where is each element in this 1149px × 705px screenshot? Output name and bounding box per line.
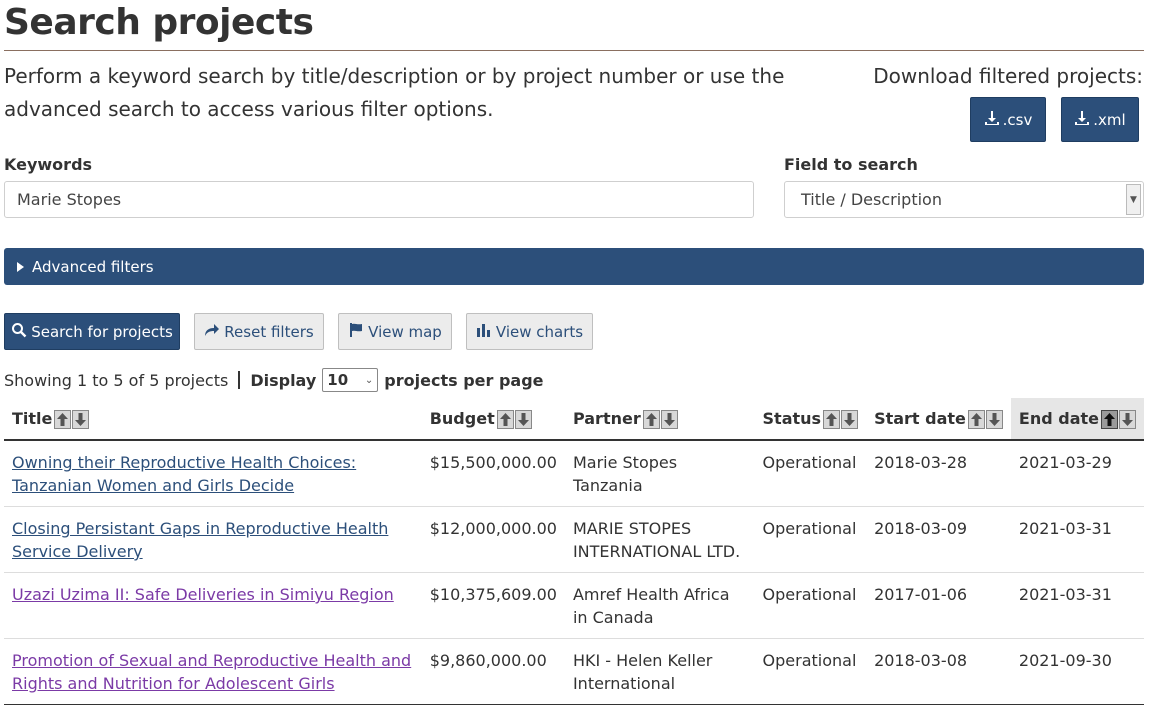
partner-cell: Amref Health Africa in Canada [564,572,755,639]
download-label: Download filtered projects: [873,64,1143,88]
status-cell: Operational [754,506,867,573]
search-button[interactable]: Search for projects [4,313,180,350]
column-header-start-date: Start date [866,398,1011,441]
project-title-link[interactable]: Uzazi Uzima II: Safe Deliveries in Simiy… [12,585,394,604]
sort-ascending-icon[interactable] [54,409,72,429]
per-page-select[interactable]: 10 ⌄ [322,368,379,392]
per-page-suffix: projects per page [384,370,544,390]
column-label: Partner [572,408,641,428]
field-to-search-label: Field to search [784,155,918,174]
sort-descending-icon[interactable] [72,409,90,429]
sort-descending-icon[interactable] [985,409,1003,429]
partner-cell: HKI - Helen Keller International [564,638,755,705]
reset-filters-label: Reset filters [224,322,314,341]
project-title-link[interactable]: Promotion of Sexual and Reproductive Hea… [12,651,411,693]
download-xml-label: .xml [1093,110,1126,129]
view-map-label: View map [368,322,442,341]
field-to-search-value: Title / Description [801,190,942,209]
budget-cell: $15,500,000.00 [421,440,565,507]
sort-descending-icon[interactable] [660,409,678,429]
keywords-label: Keywords [4,155,93,174]
per-page-value: 10 [327,371,349,389]
start-date-cell: 2018-03-09 [866,506,1011,573]
table-header-row: Title Budget Partner Status Start date E… [4,398,1144,441]
advanced-filters-toggle[interactable]: Advanced filters [4,248,1144,285]
project-title-link[interactable]: Owning their Reproductive Health Choices… [12,453,356,495]
caret-right-icon [17,261,24,272]
flag-icon [348,322,364,342]
chevron-down-icon: ⌄ [364,374,374,386]
chevron-down-icon[interactable]: ▼ [1126,184,1141,215]
end-date-cell: 2021-03-31 [1010,572,1144,639]
divider [238,371,241,389]
partner-cell: MARIE STOPES INTERNATIONAL LTD. [564,506,755,573]
table-row: Owning their Reproductive Health Choices… [4,440,1144,507]
results-summary: Showing 1 to 5 of 5 projects Display 10 … [4,368,544,392]
view-charts-button[interactable]: View charts [466,313,593,350]
sort-ascending-icon[interactable] [496,409,514,429]
view-map-button[interactable]: View map [338,313,452,350]
end-date-cell: 2021-09-30 [1010,638,1144,705]
page-title: Search projects [4,2,314,43]
column-label: End date [1018,408,1099,428]
search-projects-page: Search projects Perform a keyword search… [0,0,1149,705]
share-arrow-icon [204,322,220,342]
start-date-cell: 2018-03-08 [866,638,1011,705]
sort-descending-icon[interactable] [1118,409,1136,429]
search-button-label: Search for projects [31,322,173,341]
end-date-cell: 2021-03-29 [1010,440,1144,507]
showing-count: Showing 1 to 5 of 5 projects [4,370,229,390]
table-row: Uzazi Uzima II: Safe Deliveries in Simiy… [4,572,1144,639]
download-xml-button[interactable]: .xml [1061,97,1139,142]
status-cell: Operational [754,572,867,639]
budget-cell: $9,860,000.00 [421,638,565,705]
download-csv-label: .csv [1002,110,1033,129]
column-label: Title [12,408,53,428]
column-header-status: Status [754,398,867,441]
download-icon [1074,110,1090,130]
download-icon [984,110,1000,130]
column-label: Status [762,408,822,428]
reset-filters-button[interactable]: Reset filters [194,313,324,350]
sort-ascending-icon[interactable] [823,409,841,429]
column-label: Start date [874,408,966,428]
table-row: Promotion of Sexual and Reproductive Hea… [4,638,1144,705]
field-to-search-select[interactable]: Title / Description ▼ [784,181,1144,218]
sort-ascending-icon[interactable] [642,409,660,429]
status-cell: Operational [754,440,867,507]
budget-cell: $10,375,609.00 [421,572,565,639]
partner-cell: Marie Stopes Tanzania [564,440,755,507]
download-csv-button[interactable]: .csv [970,97,1046,142]
sort-ascending-icon[interactable] [967,409,985,429]
intro-text: Perform a keyword search by title/descri… [4,64,785,121]
column-header-partner: Partner [564,398,755,441]
bar-chart-icon [476,322,492,342]
search-icon [11,322,27,342]
budget-cell: $12,000,000.00 [421,506,565,573]
view-charts-label: View charts [495,322,584,341]
sort-descending-icon[interactable] [514,409,532,429]
column-header-end-date: End date [1010,398,1144,441]
display-label: Display [250,370,317,390]
sort-ascending-icon[interactable] [1100,409,1118,429]
table-row: Closing Persistant Gaps in Reproductive … [4,506,1144,573]
start-date-cell: 2018-03-28 [866,440,1011,507]
project-title-link[interactable]: Closing Persistant Gaps in Reproductive … [12,519,388,561]
projects-table: Title Budget Partner Status Start date E… [4,398,1144,705]
end-date-cell: 2021-03-31 [1010,506,1144,573]
column-header-title: Title [4,398,422,441]
start-date-cell: 2017-01-06 [866,572,1011,639]
sort-descending-icon[interactable] [841,409,859,429]
column-header-budget: Budget [421,398,565,441]
status-cell: Operational [754,638,867,705]
title-divider [4,50,1144,51]
advanced-filters-label: Advanced filters [32,257,154,276]
column-label: Budget [429,408,495,428]
keywords-input[interactable] [4,181,754,218]
